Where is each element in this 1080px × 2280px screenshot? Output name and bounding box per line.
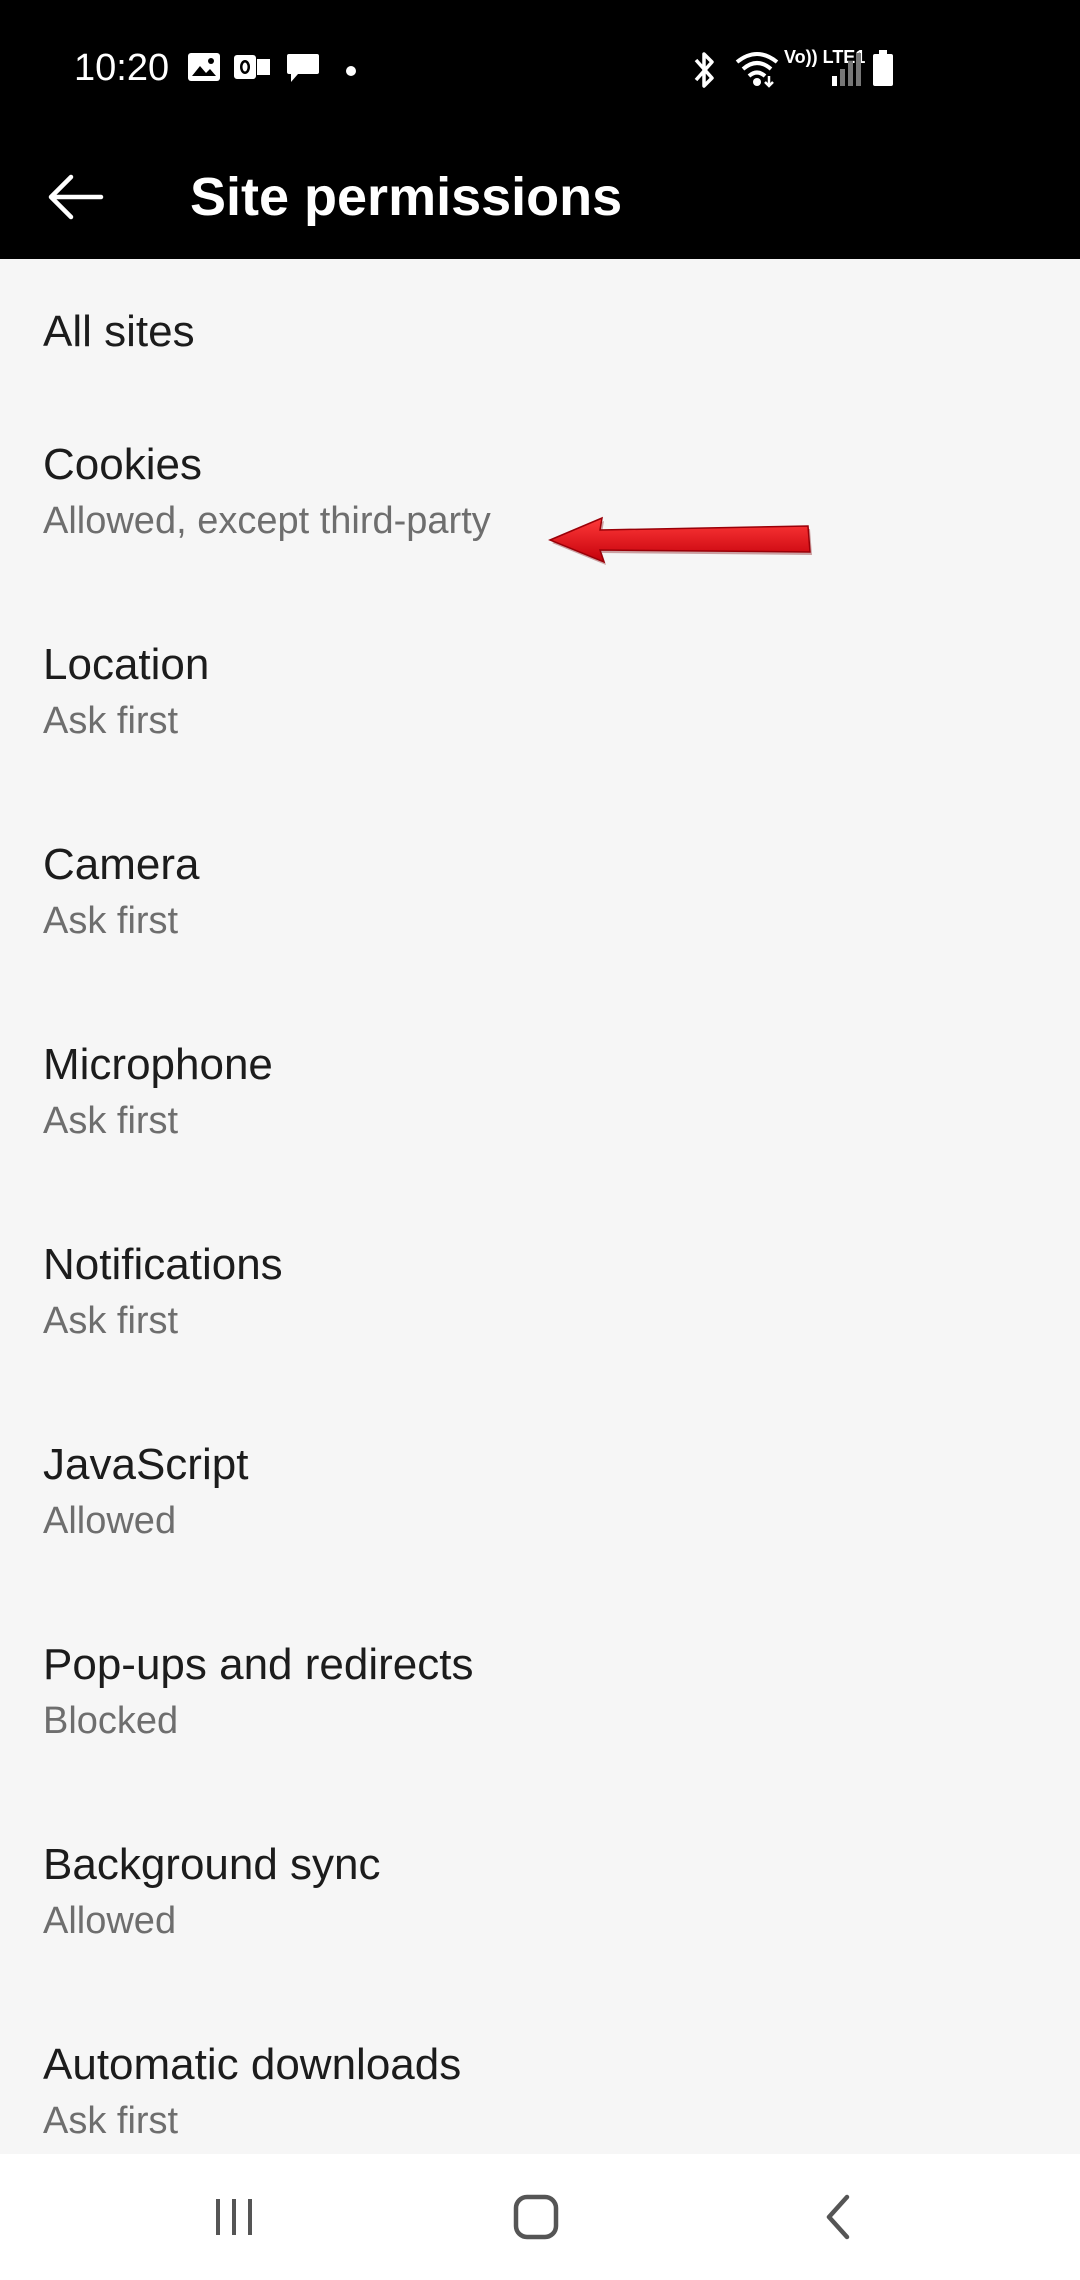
list-item-all-sites[interactable]: All sites <box>0 259 1080 389</box>
permissions-list: All sites Cookies Allowed, except third-… <box>0 259 1080 2154</box>
nav-back-button[interactable] <box>788 2182 888 2252</box>
bluetooth-icon <box>690 50 718 95</box>
navigation-bar <box>0 2154 1080 2280</box>
list-item-title: Camera <box>43 840 200 889</box>
list-item-subtitle: Ask first <box>43 2100 179 2142</box>
list-item-subtitle: Ask first <box>43 1300 179 1342</box>
list-item-title: Location <box>43 640 210 689</box>
list-item-title: Cookies <box>43 440 202 489</box>
status-bar: 10:20 Vo)) LTE1 <box>0 0 1080 134</box>
nav-back-icon <box>826 2194 850 2240</box>
dot-icon <box>346 63 356 81</box>
red-arrow-annotation <box>548 516 812 565</box>
list-item-microphone[interactable]: Microphone Ask first <box>0 989 1080 1189</box>
list-item-subtitle: Allowed <box>43 1900 177 1942</box>
list-item-automatic-downloads[interactable]: Automatic downloads Ask first <box>0 1989 1080 2154</box>
list-item-title: All sites <box>43 307 195 356</box>
list-item-title: Background sync <box>43 1840 381 1889</box>
signal-icon <box>830 50 862 91</box>
list-item-subtitle: Ask first <box>43 900 179 942</box>
list-item-title: Automatic downloads <box>43 2040 462 2089</box>
gallery-icon <box>187 52 221 87</box>
list-item-javascript[interactable]: JavaScript Allowed <box>0 1389 1080 1589</box>
list-item-title: Pop-ups and redirects <box>43 1640 474 1689</box>
list-item-subtitle: Ask first <box>43 700 179 742</box>
status-time: 10:20 <box>74 47 170 89</box>
app-bar: Site permissions <box>0 134 1080 259</box>
recents-button[interactable] <box>184 2182 284 2252</box>
recents-icon <box>216 2199 252 2235</box>
arrow-left-icon <box>48 174 104 220</box>
back-button[interactable] <box>30 152 120 242</box>
message-icon <box>286 52 320 89</box>
outlook-icon <box>233 52 271 87</box>
list-item-subtitle: Allowed <box>43 1500 177 1542</box>
list-item-subtitle: Allowed, except third-party <box>43 500 491 542</box>
home-icon <box>513 2194 559 2240</box>
list-item-popups-redirects[interactable]: Pop-ups and redirects Blocked <box>0 1589 1080 1789</box>
list-item-background-sync[interactable]: Background sync Allowed <box>0 1789 1080 1989</box>
list-item-title: Microphone <box>43 1040 273 1089</box>
list-item-location[interactable]: Location Ask first <box>0 589 1080 789</box>
list-item-subtitle: Blocked <box>43 1700 179 1742</box>
list-item-subtitle: Ask first <box>43 1100 179 1142</box>
battery-icon <box>872 50 894 91</box>
list-item-cookies[interactable]: Cookies Allowed, except third-party <box>0 389 1080 589</box>
list-item-notifications[interactable]: Notifications Ask first <box>0 1189 1080 1389</box>
wifi-icon <box>735 50 779 93</box>
list-item-title: Notifications <box>43 1240 283 1289</box>
page-title: Site permissions <box>190 167 623 227</box>
list-item-title: JavaScript <box>43 1440 249 1489</box>
list-item-camera[interactable]: Camera Ask first <box>0 789 1080 989</box>
home-button[interactable] <box>486 2182 586 2252</box>
